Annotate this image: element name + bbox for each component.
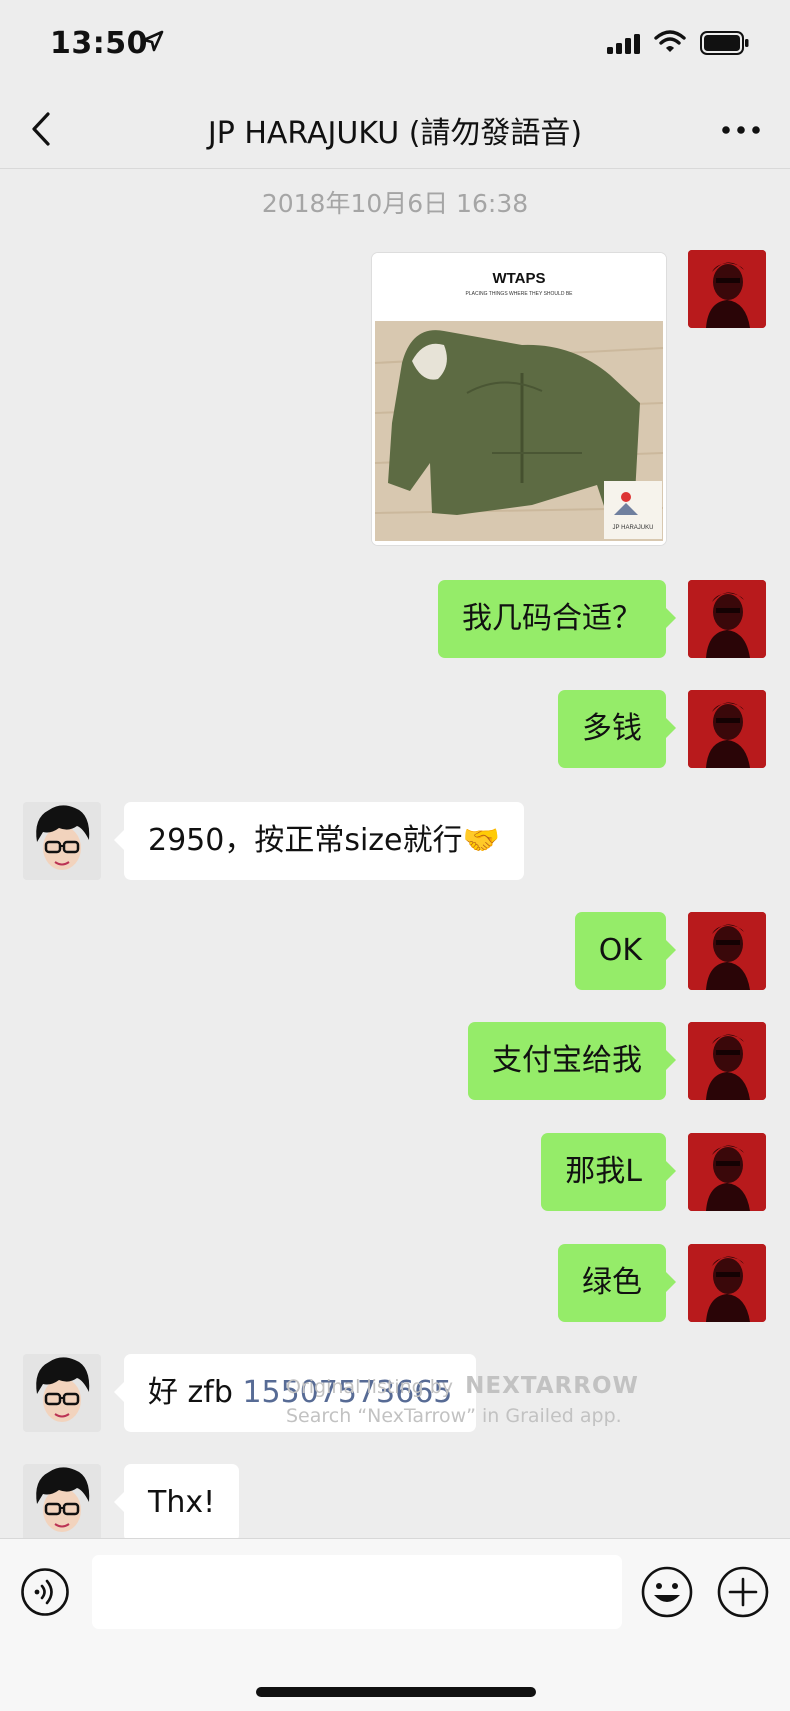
back-chevron-icon[interactable] <box>24 106 64 152</box>
message-bubble[interactable]: 那我L <box>541 1133 676 1211</box>
plus-icon[interactable] <box>716 1565 770 1619</box>
my-avatar[interactable] <box>688 912 766 990</box>
contact-avatar[interactable] <box>23 1464 101 1538</box>
voice-icon[interactable] <box>20 1567 70 1617</box>
my-avatar[interactable] <box>688 250 766 328</box>
status-time: 13:50 <box>50 26 148 61</box>
contact-avatar[interactable] <box>23 1354 101 1432</box>
chat-header: JP HARAJUKU (請勿發語音) <box>0 90 790 169</box>
message-bubble[interactable]: 绿色 <box>558 1244 676 1322</box>
status-bar: 13:50 <box>0 0 790 90</box>
my-avatar[interactable] <box>688 1133 766 1211</box>
watermark-brand: NEXTARROW <box>465 1373 639 1399</box>
message-bubble[interactable]: Thx! <box>113 1464 240 1538</box>
message-input[interactable] <box>92 1555 622 1629</box>
message-text: 多钱 <box>582 711 642 746</box>
chat-title: JP HARAJUKU (請勿發語音) <box>207 116 583 151</box>
message-text: 那我L <box>565 1154 642 1189</box>
watermark-line1: Original listing by <box>286 1376 454 1398</box>
wifi-icon <box>654 30 686 52</box>
message-timestamp: 2018年10月6日 16:38 <box>261 189 529 218</box>
handshake-emoji: 🤝 <box>462 823 500 858</box>
my-avatar[interactable] <box>688 1244 766 1322</box>
message-text: 绿色 <box>582 1265 642 1300</box>
message-text: Thx! <box>148 1485 216 1520</box>
my-avatar[interactable] <box>688 580 766 658</box>
message-bubble[interactable]: 支付宝给我 <box>468 1022 676 1100</box>
input-bar <box>0 1538 790 1711</box>
chat-area[interactable]: 2018年10月6日 16:38 WTAPS PLACING THINGS WH… <box>0 168 790 1538</box>
watermark-line2: Search “NexTarrow” in Grailed app. <box>286 1405 622 1427</box>
message-bubble[interactable]: 2950，按正常size就行🤝 <box>114 802 524 880</box>
battery-icon <box>700 31 749 55</box>
contact-avatar[interactable] <box>23 802 101 880</box>
image-logo-text: JP HARAJUKU <box>613 525 654 531</box>
message-bubble[interactable]: 多钱 <box>558 690 676 768</box>
message-text: OK <box>598 933 642 968</box>
location-arrow-icon <box>142 30 164 52</box>
home-indicator <box>256 1687 536 1697</box>
message-text: 支付宝给我 <box>492 1043 642 1078</box>
signal-icon <box>607 34 640 54</box>
message-text: 2950，按正常size就行 <box>148 823 463 858</box>
more-dots-icon[interactable] <box>716 110 766 150</box>
message-bubble[interactable]: OK <box>574 912 677 990</box>
image-tagline-text: PLACING THINGS WHERE THEY SHOULD BE <box>466 291 574 297</box>
image-brand-text: WTAPS <box>492 270 545 287</box>
emoji-icon[interactable] <box>640 1565 694 1619</box>
watermark: Original listing by NEXTARROW Search “Ne… <box>286 1373 639 1427</box>
message-text: 好 zfb <box>148 1375 233 1410</box>
my-avatar[interactable] <box>688 1022 766 1100</box>
image-message[interactable]: WTAPS PLACING THINGS WHERE THEY SHOULD B… <box>371 252 667 546</box>
my-avatar[interactable] <box>688 690 766 768</box>
message-text: 我几码合适？ <box>462 601 642 636</box>
message-bubble[interactable]: 我几码合适？ <box>438 580 676 658</box>
